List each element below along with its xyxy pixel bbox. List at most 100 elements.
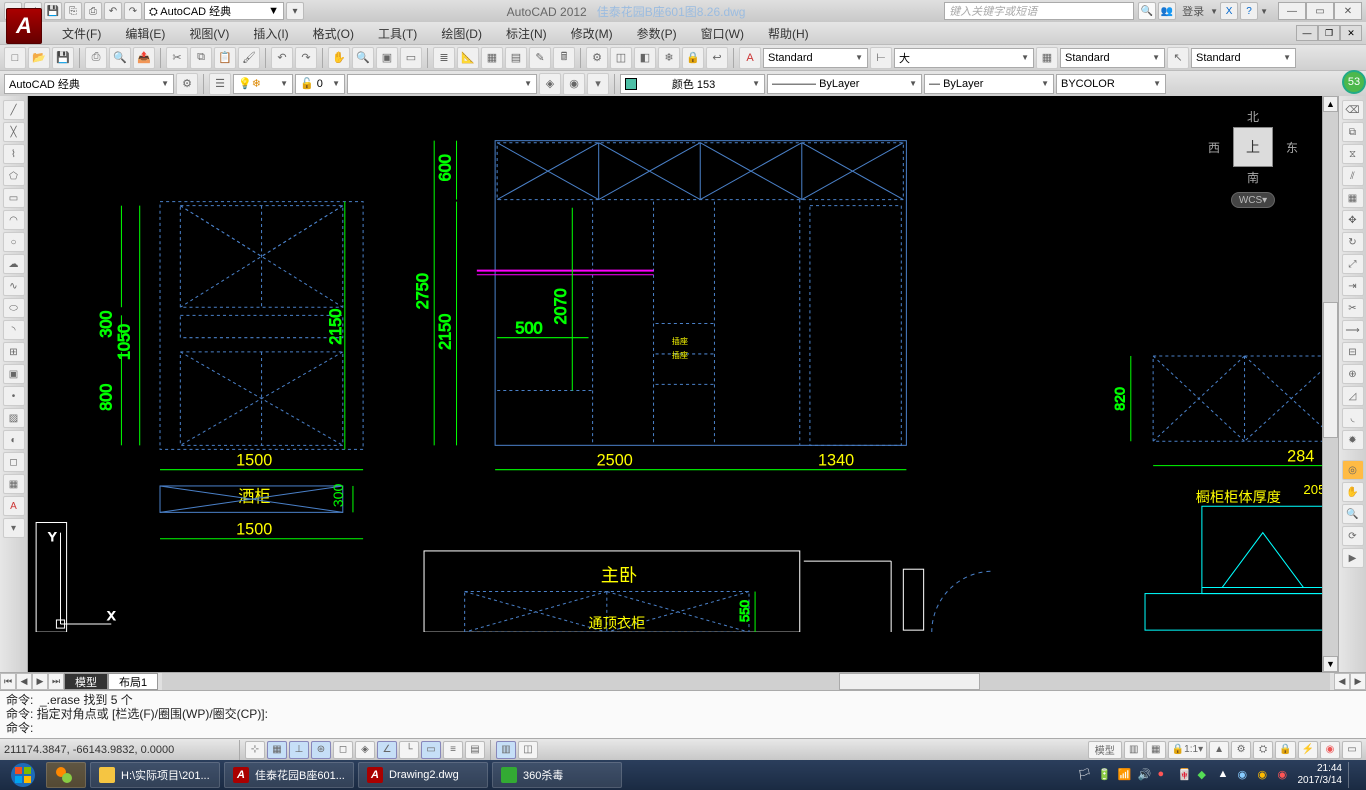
osnap-toggle[interactable]: ◻ <box>333 741 353 759</box>
snap-toggle[interactable]: ⊹ <box>245 741 265 759</box>
line-icon[interactable]: ╱ <box>3 100 25 120</box>
mdi-close-button[interactable]: ✕ <box>1340 25 1362 41</box>
break-icon[interactable]: ⊟ <box>1342 342 1364 362</box>
insert-icon[interactable]: ⊞ <box>3 342 25 362</box>
task-autocad-1[interactable]: A 佳泰花园B座601... <box>224 762 354 788</box>
menu-dimension[interactable]: 标注(N) <box>494 22 559 44</box>
viewcube-east[interactable]: 东 <box>1286 139 1298 156</box>
qat-more-icon[interactable]: ▾ <box>286 2 304 20</box>
hardware-accel-icon[interactable]: ⚡ <box>1298 741 1318 759</box>
layer-prev-icon[interactable]: ↩ <box>706 47 728 69</box>
command-line[interactable]: 命令: _.erase 找到 5 个 命令: 指定对角点或 [栏选(F)/圈围(… <box>0 690 1366 738</box>
chamfer-icon[interactable]: ◿ <box>1342 386 1364 406</box>
tab-model[interactable]: 模型 <box>64 673 108 690</box>
search-input[interactable]: 键入关键字或短语 <box>944 2 1134 20</box>
layer-iso-icon[interactable]: ◫ <box>610 47 632 69</box>
nav-pan-icon[interactable]: ✋ <box>1342 482 1364 502</box>
notification-badge[interactable]: 53 <box>1342 70 1366 94</box>
task-360[interactable]: 360杀毒 <box>492 762 622 788</box>
mdi-restore-button[interactable]: ❐ <box>1318 25 1340 41</box>
erase-icon[interactable]: ⌫ <box>1342 100 1364 120</box>
layerstate-dropdown[interactable]: 💡❄▼ <box>233 74 293 94</box>
polar-toggle[interactable]: ⊛ <box>311 741 331 759</box>
tray-app1-icon[interactable]: ◉ <box>1238 768 1252 782</box>
nav-zoom-icon[interactable]: 🔍 <box>1342 504 1364 524</box>
sc-toggle[interactable]: ◫ <box>518 741 538 759</box>
save-icon[interactable]: 💾 <box>52 47 74 69</box>
annoscale-dropdown[interactable]: 🔒 1:1 ▾ <box>1168 741 1207 759</box>
redo-icon[interactable]: ↷ <box>295 47 317 69</box>
print-icon[interactable]: ⎙ <box>85 47 107 69</box>
menu-file[interactable]: 文件(F) <box>50 22 113 44</box>
layer-current-dropdown[interactable]: 🔓 0▼ <box>295 74 345 94</box>
nav-orbit-icon[interactable]: ⟳ <box>1342 526 1364 546</box>
lineweight-dropdown[interactable]: — ByLayer▼ <box>924 74 1054 94</box>
mirror-icon[interactable]: ⧖ <box>1342 144 1364 164</box>
spline-icon[interactable]: ∿ <box>3 276 25 296</box>
mleader-icon[interactable]: ↖ <box>1167 47 1189 69</box>
layer-off-icon[interactable]: ◧ <box>634 47 656 69</box>
nav-showmotion-icon[interactable]: ▶ <box>1342 548 1364 568</box>
mtext-icon[interactable]: A <box>3 496 25 516</box>
otrack-toggle[interactable]: ∠ <box>377 741 397 759</box>
wcs-badge[interactable]: WCS ▾ <box>1231 192 1275 208</box>
tablestyle-dropdown[interactable]: Standard▼ <box>1060 48 1165 68</box>
tab-layout1[interactable]: 布局1 <box>108 673 158 690</box>
annovis-toggle[interactable]: ▲ <box>1209 741 1229 759</box>
open-icon[interactable]: 📂 <box>28 47 50 69</box>
textstyle-icon[interactable]: A <box>739 47 761 69</box>
arc-icon[interactable]: ◠ <box>3 210 25 230</box>
rotate-icon[interactable]: ↻ <box>1342 232 1364 252</box>
qat-save-icon[interactable]: 💾 <box>44 2 62 20</box>
qat-undo-icon[interactable]: ↶ <box>104 2 122 20</box>
paste-icon[interactable]: 📋 <box>214 47 236 69</box>
tab-last-icon[interactable]: ⏭ <box>48 673 64 690</box>
dyn-toggle[interactable]: ▭ <box>421 741 441 759</box>
tray-battery-icon[interactable]: 🔋 <box>1098 768 1112 782</box>
match-icon[interactable]: 🖌 <box>238 47 260 69</box>
menu-params[interactable]: 参数(P) <box>625 22 689 44</box>
pline-icon[interactable]: ⌇ <box>3 144 25 164</box>
layer-lock-icon[interactable]: 🔒 <box>682 47 704 69</box>
mleader-dropdown[interactable]: Standard▼ <box>1191 48 1296 68</box>
extend-icon[interactable]: ⟶ <box>1342 320 1364 340</box>
horizontal-scrollbar[interactable] <box>162 673 1330 690</box>
exchange-x-icon[interactable]: X <box>1220 2 1238 20</box>
3dosnap-toggle[interactable]: ◈ <box>355 741 375 759</box>
explode-icon[interactable]: ✹ <box>1342 430 1364 450</box>
menu-tool[interactable]: 工具(T) <box>366 22 429 44</box>
tray-more-icon[interactable]: ▲ <box>1218 768 1232 782</box>
menu-insert[interactable]: 插入(I) <box>241 22 300 44</box>
tool-palette-icon[interactable]: ▦ <box>481 47 503 69</box>
tray-app3-icon[interactable]: ◉ <box>1278 768 1292 782</box>
array-icon[interactable]: ▦ <box>1342 188 1364 208</box>
undo-icon[interactable]: ↶ <box>271 47 293 69</box>
mdi-minimize-button[interactable]: — <box>1296 25 1318 41</box>
scale-icon[interactable]: ⤢ <box>1342 254 1364 274</box>
scroll-left-icon[interactable]: ◀ <box>1334 673 1350 690</box>
qat-print-icon[interactable]: ⎙ <box>84 2 102 20</box>
tab-first-icon[interactable]: ⏮ <box>0 673 16 690</box>
grid-toggle[interactable]: ▦ <box>267 741 287 759</box>
color-dropdown[interactable]: 颜色 153▼ <box>620 74 765 94</box>
search-icon[interactable]: 🔍 <box>1138 2 1156 20</box>
textstyle-dropdown[interactable]: Standard▼ <box>763 48 868 68</box>
zoom-icon[interactable]: 🔍 <box>352 47 374 69</box>
annoauto-toggle[interactable]: ⚙ <box>1231 741 1251 759</box>
zoomext-icon[interactable]: ▣ <box>376 47 398 69</box>
exchange-icon[interactable]: 👥 <box>1158 2 1176 20</box>
qp-toggle[interactable]: ▥ <box>496 741 516 759</box>
clock[interactable]: 21:44 2017/3/14 <box>1298 763 1343 787</box>
nav-wheel-icon[interactable]: ◎ <box>1342 460 1364 480</box>
viewcube-north[interactable]: 北 <box>1208 108 1298 125</box>
scroll-down-icon[interactable]: ▼ <box>1323 656 1338 672</box>
viewcube-west[interactable]: 西 <box>1208 139 1220 156</box>
purge-icon[interactable]: ⚙ <box>586 47 608 69</box>
toolbar-lock-icon[interactable]: 🔒 <box>1275 741 1295 759</box>
tray-flag-icon[interactable]: 🏳 <box>1078 768 1092 782</box>
model-canvas[interactable]: 1050 300 800 2150 1500 1500 酒柜 300 <box>28 96 1338 672</box>
menu-edit[interactable]: 编辑(E) <box>113 22 177 44</box>
task-autocad-2[interactable]: A Drawing2.dwg <box>358 762 488 788</box>
lwt-toggle[interactable]: ≡ <box>443 741 463 759</box>
layer-dropdown[interactable]: ▼ <box>347 74 537 94</box>
